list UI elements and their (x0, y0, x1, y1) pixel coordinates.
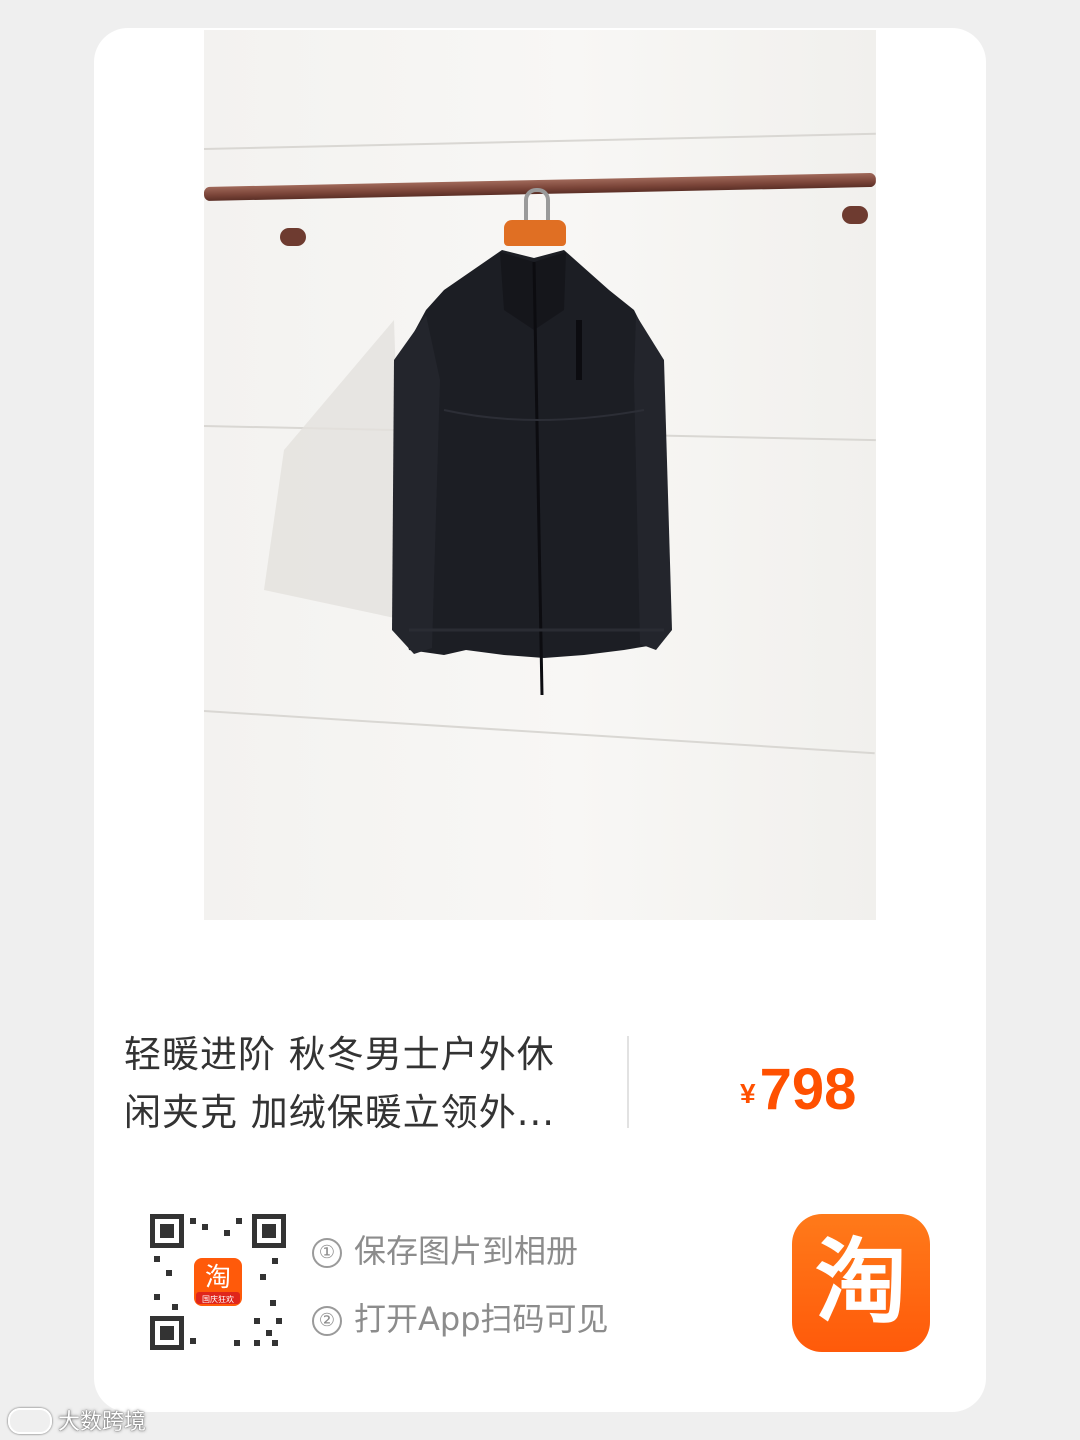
qr-code-icon[interactable]: 淘 国庆狂欢 (150, 1214, 286, 1350)
step-number-1: ① (312, 1238, 342, 1268)
step-save-image: ① 保存图片到相册 (312, 1226, 578, 1272)
watermark-text: 大数跨境 (58, 1410, 147, 1435)
jacket-illustration (264, 250, 672, 696)
qr-center-badge-glyph: 淘 (205, 1263, 231, 1293)
step-open-app: ② 打开App扫码可见 (312, 1294, 609, 1340)
product-image[interactable] (204, 30, 876, 920)
currency-symbol: ¥ (740, 1078, 756, 1109)
watermark: 大数跨境 (8, 1404, 146, 1436)
step-1-text: 保存图片到相册 (354, 1232, 579, 1270)
step-2-text: 打开App扫码可见 (354, 1300, 609, 1338)
product-title-line-1: 轻暖进阶 秋冬男士户外休 (124, 1033, 555, 1076)
taobao-app-glyph: 淘 (814, 1229, 907, 1336)
watermark-logo-icon (8, 1408, 52, 1434)
product-title-line-2: 闲夹克 加绒保暖立领外... (124, 1091, 556, 1134)
price: ¥798 (740, 1056, 856, 1123)
product-title[interactable]: 轻暖进阶 秋冬男士户外休 闲夹克 加绒保暖立领外... (124, 1026, 594, 1142)
step-number-2: ② (312, 1306, 342, 1336)
taobao-app-icon[interactable]: 淘 (792, 1214, 930, 1352)
vertical-divider (627, 1036, 629, 1128)
price-value: 798 (759, 1057, 857, 1122)
qr-center-caption: 国庆狂欢 (202, 1294, 234, 1304)
share-card: 轻暖进阶 秋冬男士户外休 闲夹克 加绒保暖立领外... ¥798 淘 国庆狂欢 … (94, 28, 986, 1412)
